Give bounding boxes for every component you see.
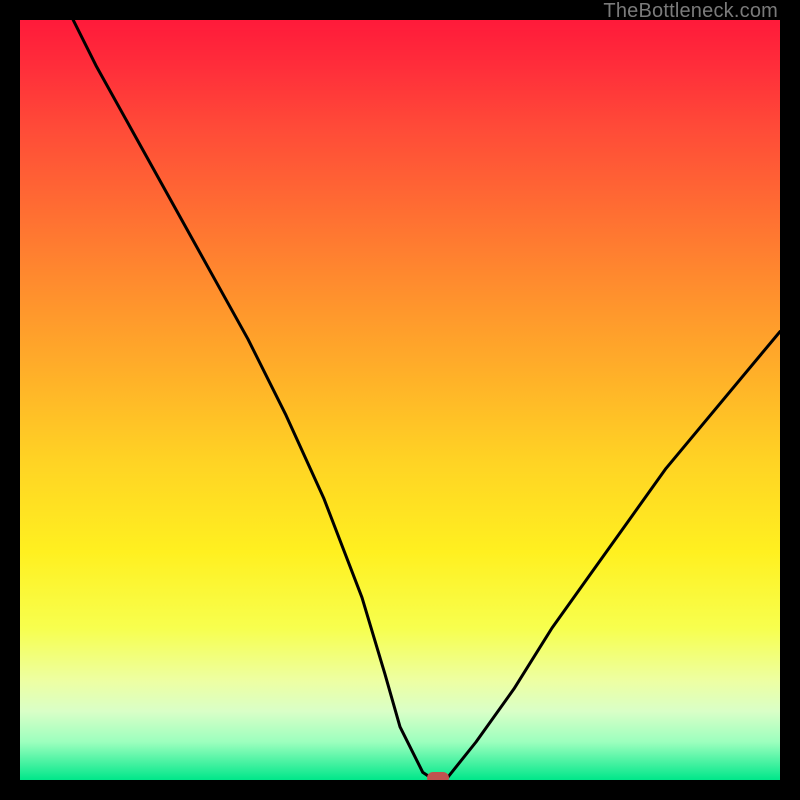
bottleneck-curve: [20, 20, 780, 780]
optimal-point-marker: [427, 772, 449, 780]
chart-frame: TheBottleneck.com: [0, 0, 800, 800]
attribution-text: TheBottleneck.com: [603, 0, 778, 23]
plot-area: [20, 20, 780, 780]
